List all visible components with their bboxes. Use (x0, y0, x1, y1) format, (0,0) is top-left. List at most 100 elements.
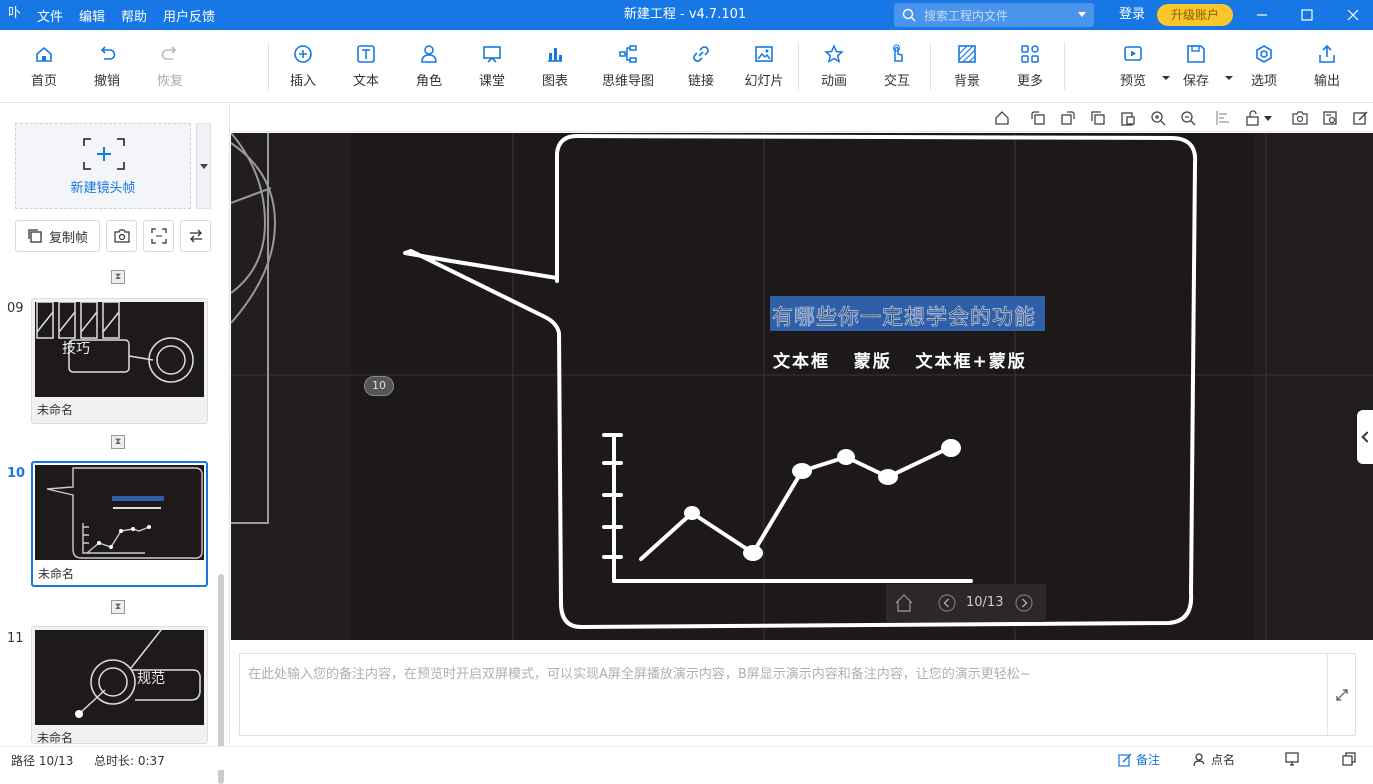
upgrade-button[interactable]: 升级账户 (1157, 4, 1233, 26)
options-label: 选项 (1250, 74, 1277, 89)
menu-edit[interactable]: 编辑 (79, 6, 105, 25)
text-button[interactable]: 文本 (339, 44, 393, 94)
transition-icon[interactable]: ⧗ (111, 600, 125, 614)
frame-card-09[interactable]: 技巧 未命名 (31, 298, 208, 424)
lock-dropdown-icon[interactable] (1264, 116, 1272, 121)
new-frame-dropdown[interactable] (196, 123, 211, 209)
search-icon (902, 8, 916, 22)
screen-icon[interactable] (1285, 752, 1299, 766)
chart-button[interactable]: 图表 (528, 44, 582, 94)
copy-frame-button[interactable]: 复制帧 (15, 220, 100, 252)
swap-frame-button[interactable] (180, 220, 211, 252)
home-button[interactable]: 首页 (17, 44, 71, 94)
swap-icon (189, 229, 202, 243)
transition-icon[interactable]: ⧗ (111, 435, 125, 449)
settings-icon (1256, 45, 1272, 63)
status-bar: 路径 10/13 总时长: 0:37 备注 点名 (0, 746, 1373, 770)
undo-icon (100, 46, 116, 60)
zoom-out-icon[interactable] (1180, 110, 1196, 126)
camera-icon[interactable] (1292, 110, 1308, 126)
previous-page-icon[interactable] (938, 594, 956, 612)
frame-card-10[interactable]: 未命名 (31, 461, 208, 587)
home-label: 首页 (30, 74, 57, 89)
slides-label: 幻灯片 (744, 74, 784, 89)
background-icon (958, 45, 976, 63)
plus-circle-icon (294, 45, 312, 63)
frame-number: 09 (7, 301, 24, 316)
home-view-icon[interactable] (994, 110, 1010, 126)
close-icon[interactable] (1338, 0, 1368, 30)
toolbar-divider (1064, 42, 1065, 90)
background-button[interactable]: 背景 (940, 44, 994, 94)
next-page-icon[interactable] (1015, 594, 1033, 612)
text-icon (357, 45, 375, 63)
rotate-left-icon[interactable] (1030, 110, 1046, 126)
person-icon (1193, 752, 1205, 766)
collapse-right-panel-button[interactable] (1357, 410, 1373, 464)
slide-subline[interactable]: 文本框 蒙版 文本框+蒙版 (773, 347, 1027, 372)
rollcall-button[interactable]: 点名 (1193, 751, 1235, 768)
fit-frame-button[interactable] (143, 220, 174, 252)
role-button[interactable]: 角色 (402, 44, 456, 94)
home-icon[interactable] (894, 593, 914, 613)
classroom-button[interactable]: 课堂 (465, 44, 519, 94)
transition-icon[interactable]: ⧗ (111, 270, 125, 284)
export-label: 输出 (1313, 74, 1340, 89)
animation-button[interactable]: 动画 (807, 44, 861, 94)
more-button[interactable]: 更多 (1003, 44, 1057, 94)
align-icon[interactable] (1215, 110, 1231, 126)
copy-icon[interactable] (1090, 110, 1106, 126)
save-label: 保存 (1182, 74, 1209, 89)
unlock-icon[interactable] (1245, 110, 1261, 126)
paste-icon[interactable] (1120, 110, 1136, 126)
search-placeholder: 搜索工程内文件 (924, 8, 1009, 23)
mindmap-button[interactable]: 思维导图 (598, 44, 658, 94)
frame-thumb-label: 规范 (137, 671, 165, 687)
save-icon (1187, 45, 1205, 63)
expand-notes-button[interactable] (1327, 654, 1355, 735)
search-input[interactable]: 搜索工程内文件 (894, 3, 1094, 27)
save-dropdown-icon[interactable] (1225, 76, 1233, 80)
undo-button[interactable]: 撤销 (80, 44, 134, 94)
redo-label: 恢复 (156, 74, 183, 89)
search-dropdown-icon[interactable] (1078, 12, 1086, 17)
link-button[interactable]: 链接 (674, 44, 728, 94)
classroom-label: 课堂 (478, 74, 505, 89)
insert-button[interactable]: 插入 (276, 44, 330, 94)
zoom-in-icon[interactable] (1150, 110, 1166, 126)
interaction-button[interactable]: 交互 (870, 44, 924, 94)
bar-chart-icon (548, 48, 562, 62)
settings-frame-icon[interactable] (1322, 110, 1338, 126)
redo-button[interactable]: 恢复 (143, 44, 197, 94)
edit-icon[interactable] (1352, 110, 1368, 126)
notes-toggle[interactable]: 备注 (1118, 751, 1160, 768)
chevron-down-icon (200, 164, 208, 169)
maximize-icon[interactable] (1292, 0, 1322, 30)
slides-button[interactable]: 幻灯片 (737, 44, 791, 94)
frame-badge[interactable]: 10 (364, 376, 394, 396)
notes-input[interactable]: 在此处输入您的备注内容，在预览时开启双屏模式，可以实现A屏全屏播放演示内容，B屏… (239, 653, 1356, 736)
menu-help[interactable]: 帮助 (121, 6, 147, 25)
rotate-right-icon[interactable] (1060, 110, 1076, 126)
frame-thumbnail: 规范 (35, 630, 204, 725)
save-button[interactable]: 保存 (1169, 44, 1233, 94)
editor-canvas[interactable]: 有哪些你一定想学会的功能 文本框 蒙版 文本框+蒙版 10 10/13 (231, 133, 1373, 640)
frame-card-11[interactable]: 规范 未命名 (31, 626, 208, 745)
minimize-icon[interactable] (1247, 0, 1277, 30)
login-link[interactable]: 登录 (1119, 0, 1145, 30)
window-icon[interactable] (1342, 752, 1356, 766)
preview-label: 预览 (1119, 74, 1146, 89)
person-icon (421, 45, 437, 63)
slide-heading[interactable]: 有哪些你一定想学会的功能 (772, 301, 1044, 331)
camera-icon (113, 229, 130, 243)
link-label: 链接 (687, 74, 714, 89)
snapshot-button[interactable] (106, 220, 137, 252)
undo-label: 撤销 (93, 74, 120, 89)
export-button[interactable]: 输出 (1300, 44, 1354, 94)
preview-button[interactable]: 预览 (1106, 44, 1170, 94)
new-frame-label: 新建镜头帧 (70, 181, 136, 196)
menu-file[interactable]: 文件 (37, 6, 63, 25)
options-button[interactable]: 选项 (1237, 44, 1291, 94)
new-frame-button[interactable]: 新建镜头帧 (15, 123, 191, 209)
menu-feedback[interactable]: 用户反馈 (163, 6, 215, 25)
